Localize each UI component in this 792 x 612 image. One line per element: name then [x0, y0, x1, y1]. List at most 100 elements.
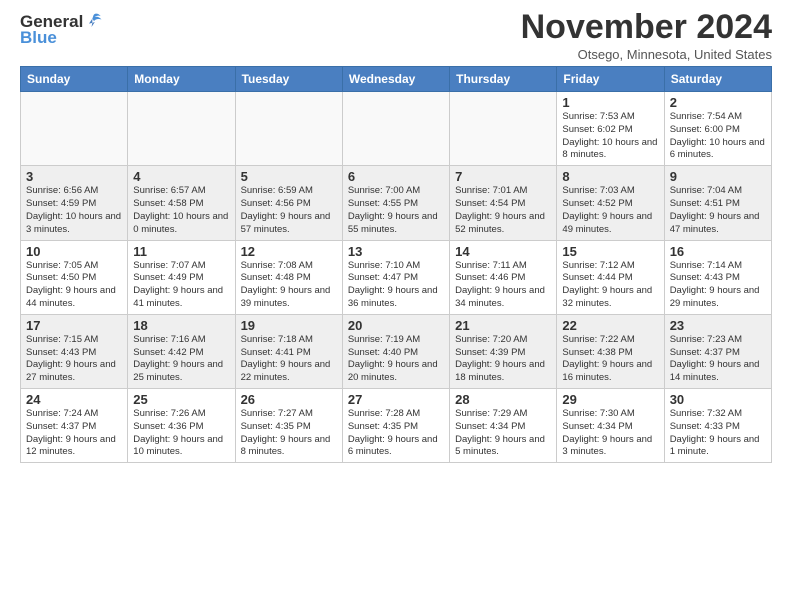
calendar-header-row: Sunday Monday Tuesday Wednesday Thursday…	[21, 67, 772, 92]
day-number: 6	[348, 169, 444, 184]
calendar-day-cell	[21, 92, 128, 166]
calendar-week-row: 24Sunrise: 7:24 AM Sunset: 4:37 PM Dayli…	[21, 389, 772, 463]
calendar-week-row: 1Sunrise: 7:53 AM Sunset: 6:02 PM Daylig…	[21, 92, 772, 166]
day-number: 10	[26, 244, 122, 259]
day-info: Sunrise: 7:29 AM Sunset: 4:34 PM Dayligh…	[455, 408, 551, 459]
day-number: 7	[455, 169, 551, 184]
day-number: 17	[26, 318, 122, 333]
day-number: 25	[133, 392, 229, 407]
calendar-week-row: 17Sunrise: 7:15 AM Sunset: 4:43 PM Dayli…	[21, 314, 772, 388]
day-number: 23	[670, 318, 766, 333]
calendar-table: Sunday Monday Tuesday Wednesday Thursday…	[20, 66, 772, 463]
calendar-day-cell: 25Sunrise: 7:26 AM Sunset: 4:36 PM Dayli…	[128, 389, 235, 463]
day-number: 13	[348, 244, 444, 259]
calendar-day-cell: 30Sunrise: 7:32 AM Sunset: 4:33 PM Dayli…	[664, 389, 771, 463]
logo: General Blue	[20, 12, 105, 48]
location-text: Otsego, Minnesota, United States	[521, 47, 772, 62]
calendar-day-cell: 13Sunrise: 7:10 AM Sunset: 4:47 PM Dayli…	[342, 240, 449, 314]
day-info: Sunrise: 7:14 AM Sunset: 4:43 PM Dayligh…	[670, 260, 766, 311]
day-number: 12	[241, 244, 337, 259]
calendar-day-cell: 3Sunrise: 6:56 AM Sunset: 4:59 PM Daylig…	[21, 166, 128, 240]
calendar-day-cell: 28Sunrise: 7:29 AM Sunset: 4:34 PM Dayli…	[450, 389, 557, 463]
day-number: 8	[562, 169, 658, 184]
calendar-day-cell: 12Sunrise: 7:08 AM Sunset: 4:48 PM Dayli…	[235, 240, 342, 314]
calendar-day-cell: 16Sunrise: 7:14 AM Sunset: 4:43 PM Dayli…	[664, 240, 771, 314]
calendar-day-cell: 26Sunrise: 7:27 AM Sunset: 4:35 PM Dayli…	[235, 389, 342, 463]
header-monday: Monday	[128, 67, 235, 92]
day-number: 18	[133, 318, 229, 333]
day-info: Sunrise: 7:22 AM Sunset: 4:38 PM Dayligh…	[562, 334, 658, 385]
day-number: 29	[562, 392, 658, 407]
day-info: Sunrise: 7:53 AM Sunset: 6:02 PM Dayligh…	[562, 111, 658, 162]
day-info: Sunrise: 6:56 AM Sunset: 4:59 PM Dayligh…	[26, 185, 122, 236]
day-number: 26	[241, 392, 337, 407]
day-number: 11	[133, 244, 229, 259]
calendar-day-cell: 21Sunrise: 7:20 AM Sunset: 4:39 PM Dayli…	[450, 314, 557, 388]
day-number: 22	[562, 318, 658, 333]
day-info: Sunrise: 7:10 AM Sunset: 4:47 PM Dayligh…	[348, 260, 444, 311]
day-number: 4	[133, 169, 229, 184]
day-info: Sunrise: 7:16 AM Sunset: 4:42 PM Dayligh…	[133, 334, 229, 385]
day-info: Sunrise: 7:15 AM Sunset: 4:43 PM Dayligh…	[26, 334, 122, 385]
day-info: Sunrise: 7:26 AM Sunset: 4:36 PM Dayligh…	[133, 408, 229, 459]
calendar-day-cell: 14Sunrise: 7:11 AM Sunset: 4:46 PM Dayli…	[450, 240, 557, 314]
calendar-day-cell	[235, 92, 342, 166]
day-info: Sunrise: 7:11 AM Sunset: 4:46 PM Dayligh…	[455, 260, 551, 311]
day-number: 30	[670, 392, 766, 407]
logo-bird-icon	[84, 12, 104, 32]
calendar-day-cell: 22Sunrise: 7:22 AM Sunset: 4:38 PM Dayli…	[557, 314, 664, 388]
calendar-day-cell: 4Sunrise: 6:57 AM Sunset: 4:58 PM Daylig…	[128, 166, 235, 240]
day-info: Sunrise: 7:23 AM Sunset: 4:37 PM Dayligh…	[670, 334, 766, 385]
calendar-week-row: 3Sunrise: 6:56 AM Sunset: 4:59 PM Daylig…	[21, 166, 772, 240]
day-number: 1	[562, 95, 658, 110]
header-saturday: Saturday	[664, 67, 771, 92]
calendar-day-cell	[128, 92, 235, 166]
day-info: Sunrise: 6:57 AM Sunset: 4:58 PM Dayligh…	[133, 185, 229, 236]
day-info: Sunrise: 7:30 AM Sunset: 4:34 PM Dayligh…	[562, 408, 658, 459]
calendar-day-cell: 6Sunrise: 7:00 AM Sunset: 4:55 PM Daylig…	[342, 166, 449, 240]
calendar-day-cell: 10Sunrise: 7:05 AM Sunset: 4:50 PM Dayli…	[21, 240, 128, 314]
calendar-day-cell: 17Sunrise: 7:15 AM Sunset: 4:43 PM Dayli…	[21, 314, 128, 388]
calendar-day-cell: 23Sunrise: 7:23 AM Sunset: 4:37 PM Dayli…	[664, 314, 771, 388]
header-sunday: Sunday	[21, 67, 128, 92]
day-info: Sunrise: 7:20 AM Sunset: 4:39 PM Dayligh…	[455, 334, 551, 385]
day-info: Sunrise: 6:59 AM Sunset: 4:56 PM Dayligh…	[241, 185, 337, 236]
day-number: 28	[455, 392, 551, 407]
day-info: Sunrise: 7:28 AM Sunset: 4:35 PM Dayligh…	[348, 408, 444, 459]
calendar-day-cell: 27Sunrise: 7:28 AM Sunset: 4:35 PM Dayli…	[342, 389, 449, 463]
day-number: 2	[670, 95, 766, 110]
day-number: 27	[348, 392, 444, 407]
calendar-day-cell: 19Sunrise: 7:18 AM Sunset: 4:41 PM Dayli…	[235, 314, 342, 388]
day-number: 9	[670, 169, 766, 184]
title-section: November 2024 Otsego, Minnesota, United …	[521, 8, 772, 62]
calendar-day-cell: 5Sunrise: 6:59 AM Sunset: 4:56 PM Daylig…	[235, 166, 342, 240]
day-info: Sunrise: 7:05 AM Sunset: 4:50 PM Dayligh…	[26, 260, 122, 311]
day-info: Sunrise: 7:01 AM Sunset: 4:54 PM Dayligh…	[455, 185, 551, 236]
day-number: 3	[26, 169, 122, 184]
day-number: 24	[26, 392, 122, 407]
calendar-day-cell: 9Sunrise: 7:04 AM Sunset: 4:51 PM Daylig…	[664, 166, 771, 240]
month-year-title: November 2024	[521, 8, 772, 47]
calendar-day-cell: 8Sunrise: 7:03 AM Sunset: 4:52 PM Daylig…	[557, 166, 664, 240]
day-number: 16	[670, 244, 766, 259]
day-info: Sunrise: 7:54 AM Sunset: 6:00 PM Dayligh…	[670, 111, 766, 162]
calendar-day-cell: 20Sunrise: 7:19 AM Sunset: 4:40 PM Dayli…	[342, 314, 449, 388]
day-info: Sunrise: 7:19 AM Sunset: 4:40 PM Dayligh…	[348, 334, 444, 385]
calendar-day-cell: 15Sunrise: 7:12 AM Sunset: 4:44 PM Dayli…	[557, 240, 664, 314]
header-tuesday: Tuesday	[235, 67, 342, 92]
logo-blue-text: Blue	[20, 28, 57, 48]
day-info: Sunrise: 7:12 AM Sunset: 4:44 PM Dayligh…	[562, 260, 658, 311]
day-info: Sunrise: 7:24 AM Sunset: 4:37 PM Dayligh…	[26, 408, 122, 459]
day-info: Sunrise: 7:32 AM Sunset: 4:33 PM Dayligh…	[670, 408, 766, 459]
calendar-day-cell: 18Sunrise: 7:16 AM Sunset: 4:42 PM Dayli…	[128, 314, 235, 388]
day-number: 21	[455, 318, 551, 333]
day-number: 14	[455, 244, 551, 259]
calendar-day-cell: 1Sunrise: 7:53 AM Sunset: 6:02 PM Daylig…	[557, 92, 664, 166]
calendar-day-cell: 7Sunrise: 7:01 AM Sunset: 4:54 PM Daylig…	[450, 166, 557, 240]
day-info: Sunrise: 7:07 AM Sunset: 4:49 PM Dayligh…	[133, 260, 229, 311]
calendar-day-cell: 24Sunrise: 7:24 AM Sunset: 4:37 PM Dayli…	[21, 389, 128, 463]
calendar-day-cell: 29Sunrise: 7:30 AM Sunset: 4:34 PM Dayli…	[557, 389, 664, 463]
header-thursday: Thursday	[450, 67, 557, 92]
calendar-week-row: 10Sunrise: 7:05 AM Sunset: 4:50 PM Dayli…	[21, 240, 772, 314]
day-number: 5	[241, 169, 337, 184]
